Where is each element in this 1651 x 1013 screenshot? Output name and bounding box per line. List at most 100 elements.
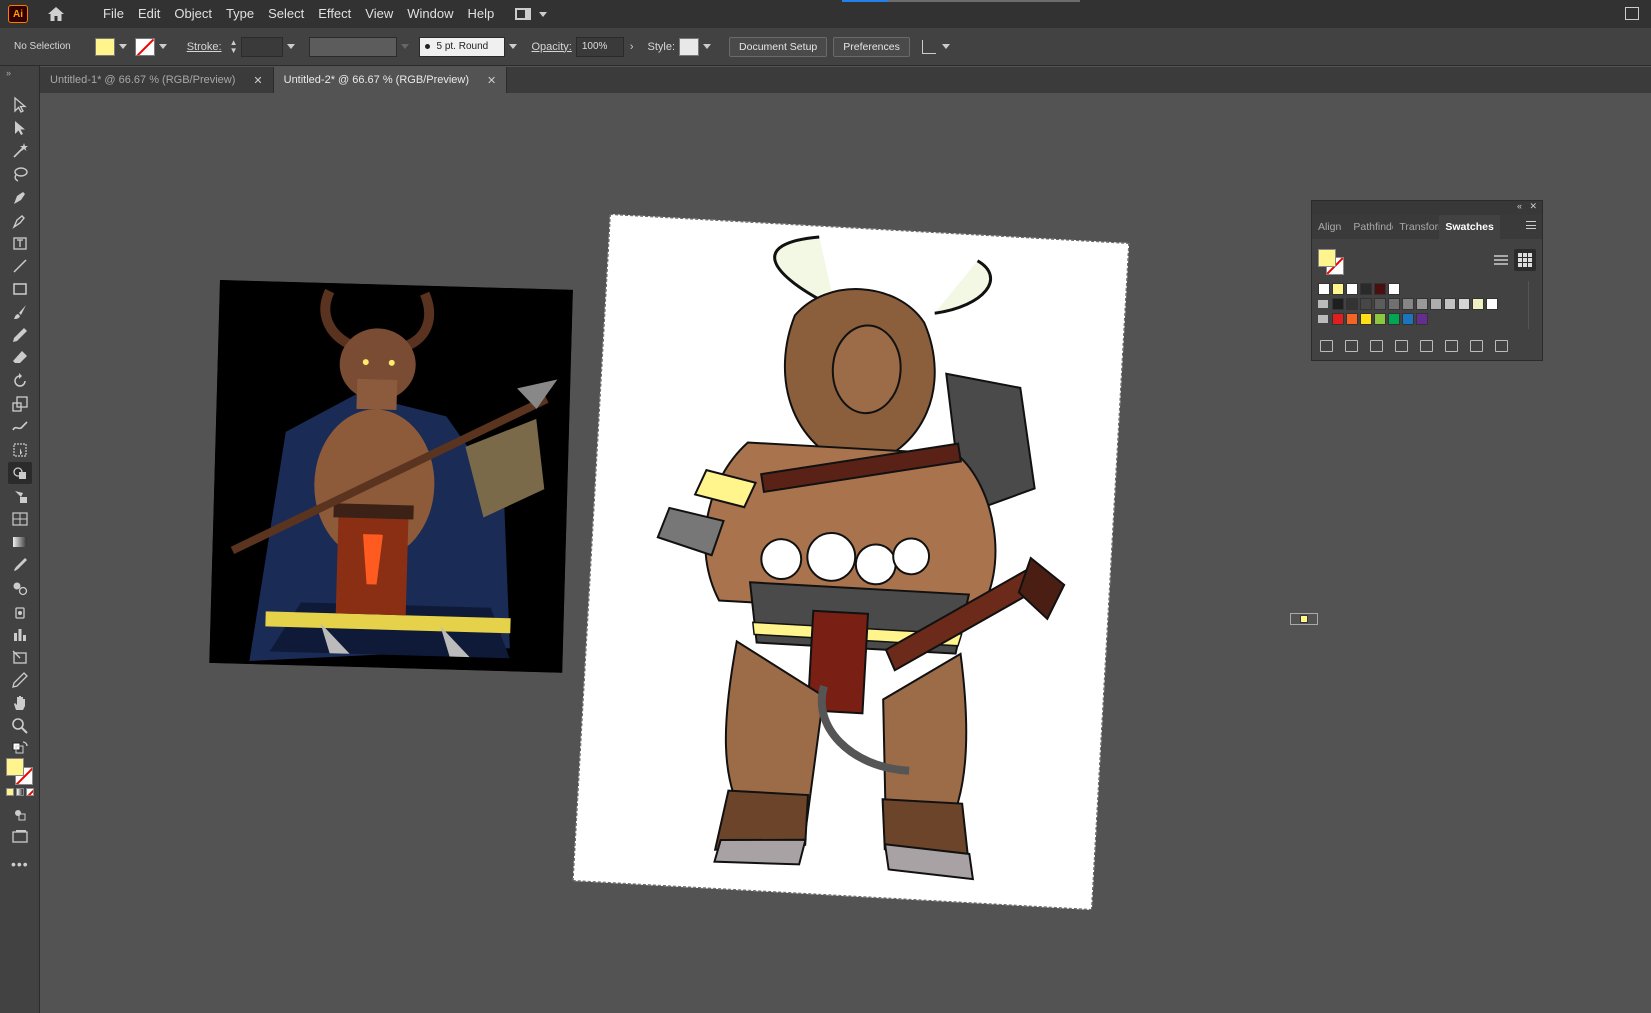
tab-pathfinder[interactable]: Pathfinder xyxy=(1347,215,1393,239)
panel-fill-stroke[interactable] xyxy=(1318,249,1344,275)
close-icon[interactable]: ✕ xyxy=(1529,201,1537,212)
color-swatch[interactable] xyxy=(1346,313,1358,325)
eraser-tool-icon[interactable] xyxy=(8,347,32,369)
fill-dropdown-icon[interactable] xyxy=(118,44,127,49)
close-icon[interactable]: ✕ xyxy=(487,74,496,87)
color-swatch[interactable] xyxy=(1374,283,1386,295)
color-group-folder-icon[interactable] xyxy=(1318,300,1328,308)
eraser-slice-tool-icon[interactable] xyxy=(8,669,32,691)
trash-icon[interactable] xyxy=(1495,340,1508,352)
selection-tool-icon[interactable] xyxy=(8,94,32,116)
tab-untitled-2[interactable]: Untitled-2* @ 66.67 % (RGB/Preview) ✕ xyxy=(273,67,508,93)
selected-swatch-proxy[interactable] xyxy=(1290,613,1318,625)
stroke-label[interactable]: Stroke: xyxy=(187,41,222,53)
color-swatch[interactable] xyxy=(1458,298,1470,310)
none-mode-icon[interactable] xyxy=(26,788,34,796)
color-swatch[interactable] xyxy=(1332,298,1344,310)
color-swatch[interactable] xyxy=(1416,298,1428,310)
menu-select[interactable]: Select xyxy=(261,0,311,28)
panel-scrollbar[interactable] xyxy=(1528,281,1536,329)
align-options-icon[interactable] xyxy=(921,39,936,54)
color-swatch[interactable] xyxy=(1472,298,1484,310)
color-swatch[interactable] xyxy=(1388,283,1400,295)
panel-titlebar[interactable]: « ✕ xyxy=(1312,201,1542,215)
tab-transform[interactable]: Transform xyxy=(1393,215,1439,239)
blend-tool-icon[interactable] xyxy=(8,577,32,599)
chevron-right-icon[interactable]: › xyxy=(630,41,634,53)
perspective-grid-tool-icon[interactable] xyxy=(8,508,32,530)
default-fill-stroke-icon[interactable] xyxy=(8,738,32,760)
thumbnail-view-icon[interactable] xyxy=(1514,249,1536,271)
collapse-toolbar-icon[interactable]: » xyxy=(6,68,11,78)
color-swatch[interactable] xyxy=(1416,313,1428,325)
menu-effect[interactable]: Effect xyxy=(311,0,358,28)
color-swatch[interactable] xyxy=(1332,313,1344,325)
menu-view[interactable]: View xyxy=(358,0,400,28)
color-swatch[interactable] xyxy=(1430,298,1442,310)
toolbar-fill-swatch[interactable] xyxy=(6,758,24,776)
lasso-tool-icon[interactable] xyxy=(8,163,32,185)
opacity-input[interactable]: 100% xyxy=(575,36,624,57)
workspace-switcher[interactable] xyxy=(515,8,548,20)
rectangle-tool-icon[interactable] xyxy=(8,278,32,300)
folder-icon[interactable] xyxy=(1445,340,1458,352)
home-icon[interactable] xyxy=(46,4,66,24)
hand-tool-icon[interactable] xyxy=(8,692,32,714)
artboard-text-tool-icon[interactable] xyxy=(8,232,32,254)
document-setup-button[interactable]: Document Setup xyxy=(729,36,828,57)
color-swatch[interactable] xyxy=(1374,298,1386,310)
arrange-documents-icon[interactable] xyxy=(1625,7,1639,20)
stroke-dropdown-icon[interactable] xyxy=(158,44,167,49)
show-swatch-kinds-icon[interactable] xyxy=(1345,340,1358,352)
shape-builder-tool-icon[interactable] xyxy=(8,462,32,484)
screen-mode-icon[interactable] xyxy=(8,826,32,848)
tab-untitled-1[interactable]: Untitled-1* @ 66.67 % (RGB/Preview) ✕ xyxy=(40,67,274,93)
color-swatch[interactable] xyxy=(1346,298,1358,310)
live-paint-tool-icon[interactable] xyxy=(8,485,32,507)
color-swatch[interactable] xyxy=(1374,313,1386,325)
variable-width-profile[interactable] xyxy=(309,36,398,57)
color-swatch[interactable] xyxy=(1402,313,1414,325)
stroke-weight-dropdown-icon[interactable] xyxy=(287,44,296,49)
stroke-color-swatch[interactable] xyxy=(134,37,155,56)
magic-wand-tool-icon[interactable] xyxy=(8,140,32,162)
brush-definition[interactable]: 5 pt. Round xyxy=(419,36,506,57)
color-swatch[interactable] xyxy=(1444,298,1456,310)
symbol-sprayer-tool-icon[interactable] xyxy=(8,600,32,622)
collapse-panel-icon[interactable]: « xyxy=(1517,201,1522,211)
opacity-label[interactable]: Opacity: xyxy=(531,41,571,53)
list-view-icon[interactable] xyxy=(1490,249,1512,271)
menu-file[interactable]: File xyxy=(96,0,131,28)
align-options-dropdown-icon[interactable] xyxy=(941,44,950,49)
color-swatch[interactable] xyxy=(1486,298,1498,310)
menu-window[interactable]: Window xyxy=(400,0,460,28)
draw-mode-icon[interactable] xyxy=(8,804,32,826)
rotate-tool-icon[interactable] xyxy=(8,370,32,392)
color-swatch[interactable] xyxy=(1332,283,1344,295)
toolbar-fill-stroke[interactable] xyxy=(6,758,34,786)
panel-menu-icon[interactable] xyxy=(1526,221,1536,229)
color-swatch[interactable] xyxy=(1360,283,1372,295)
edit-toolbar-icon[interactable]: ••• xyxy=(11,856,29,872)
new-color-group-icon[interactable] xyxy=(1420,340,1433,352)
swatch-options-icon[interactable] xyxy=(1395,340,1408,352)
eyedropper-tool-icon[interactable] xyxy=(8,554,32,576)
pen-tool-icon[interactable] xyxy=(8,186,32,208)
fill-swatch[interactable] xyxy=(1318,249,1336,267)
artboard[interactable] xyxy=(572,214,1130,910)
color-swatch[interactable] xyxy=(1360,313,1372,325)
style-dropdown-icon[interactable] xyxy=(703,44,712,49)
slice-tool-icon[interactable] xyxy=(8,646,32,668)
gradient-tool-icon[interactable] xyxy=(8,531,32,553)
preferences-button[interactable]: Preferences xyxy=(833,36,910,57)
graphic-style-swatch[interactable] xyxy=(679,37,700,56)
column-graph-tool-icon[interactable] xyxy=(8,623,32,645)
zoom-tool-icon[interactable] xyxy=(8,715,32,737)
color-group-folder-icon[interactable] xyxy=(1318,315,1328,323)
direct-selection-tool-icon[interactable] xyxy=(8,117,32,139)
color-swatch[interactable] xyxy=(1346,283,1358,295)
menu-object[interactable]: Object xyxy=(167,0,219,28)
color-swatch[interactable] xyxy=(1388,298,1400,310)
swatch-libraries-icon[interactable] xyxy=(1320,340,1333,352)
line-segment-tool-icon[interactable] xyxy=(8,255,32,277)
